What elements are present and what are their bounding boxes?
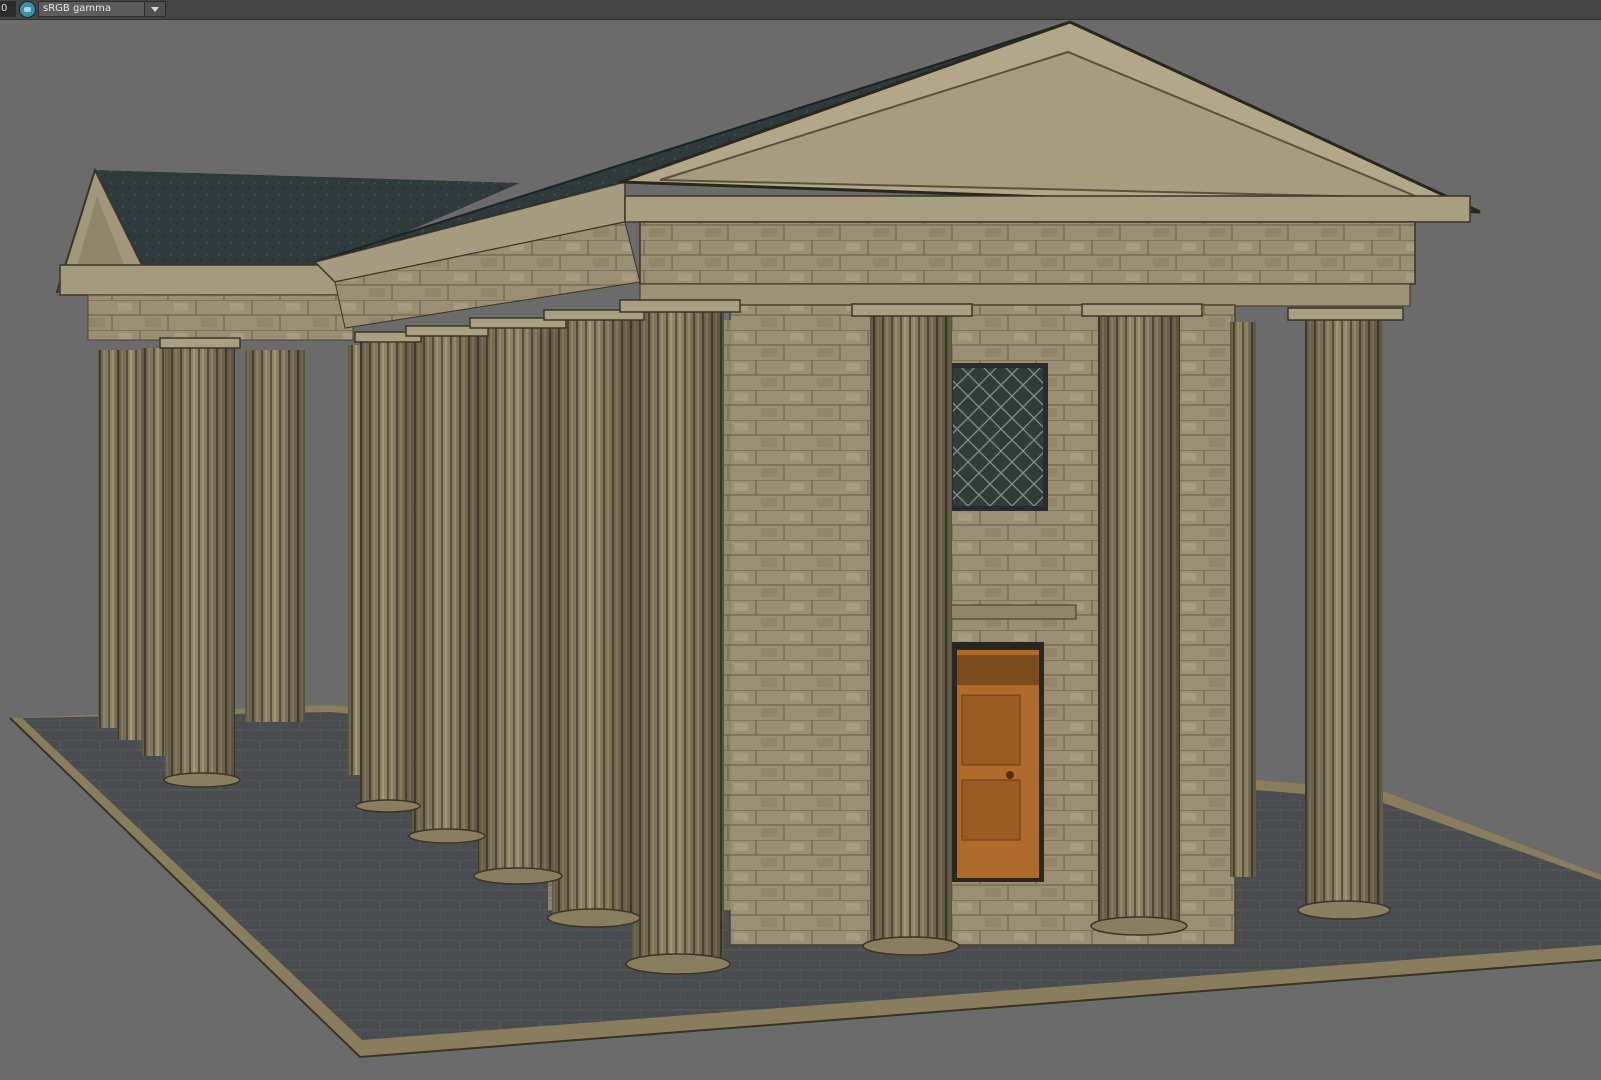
chevron-down-icon[interactable] [144,2,165,16]
column [1230,322,1256,877]
column [165,345,235,783]
column [1098,312,1180,932]
viewport-toolbar: 0 sRGB gamma [0,0,1601,20]
column [412,332,482,838]
color-management-icon[interactable] [19,1,36,18]
cella-window [948,363,1048,511]
color-management-icon-glyph [24,7,31,12]
column [245,350,305,722]
column [632,310,724,968]
column [478,325,558,880]
column [1305,315,1383,915]
column [870,312,952,952]
column [360,338,416,808]
colorspace-dropdown[interactable]: sRGB gamma [38,1,166,17]
3d-viewport[interactable] [0,20,1601,1080]
front-pediment [619,20,1481,307]
value-field[interactable]: 0 [0,1,16,17]
colorspace-selected-value: sRGB gamma [43,3,112,14]
column [552,318,636,923]
